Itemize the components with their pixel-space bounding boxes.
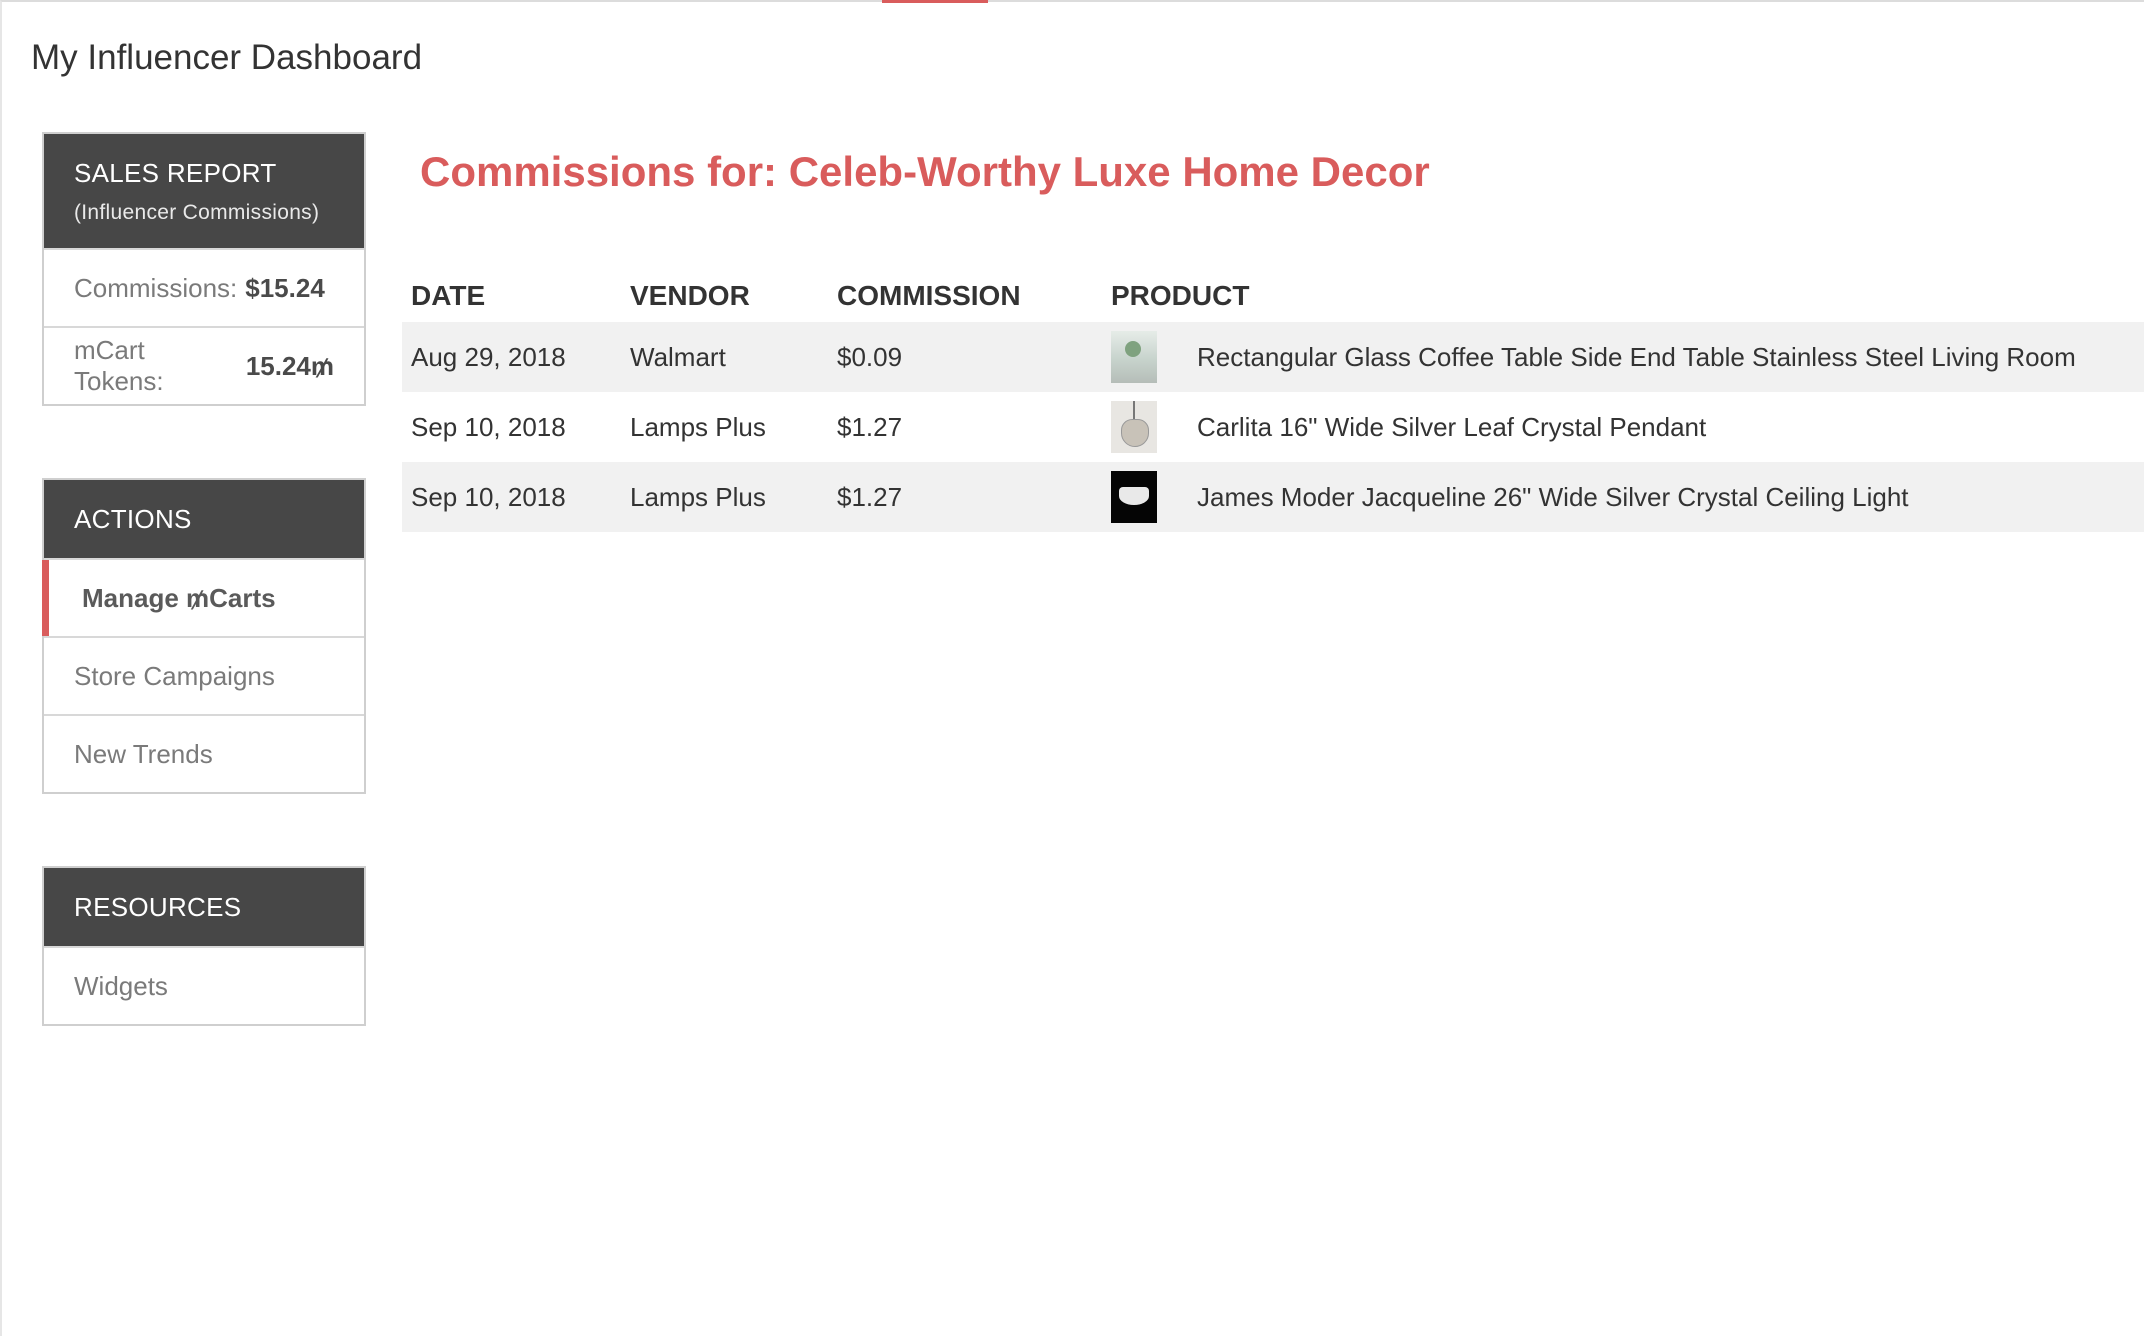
row-date: Sep 10, 2018 xyxy=(411,411,566,442)
sidebar: SALES REPORT (Influencer Commissions) Co… xyxy=(42,132,366,1098)
row-date: Sep 10, 2018 xyxy=(411,481,566,512)
row-vendor: Lamps Plus xyxy=(630,411,766,442)
pendant-thumbnail[interactable] xyxy=(1111,401,1157,453)
table-row: Sep 10, 2018 Lamps Plus $1.27 James Mode… xyxy=(402,462,2144,532)
product-name[interactable]: Rectangular Glass Coffee Table Side End … xyxy=(1197,342,2076,373)
commissions-label: Commissions: xyxy=(74,272,238,303)
row-commission: $1.27 xyxy=(837,481,903,512)
row-commission: $0.09 xyxy=(837,341,903,372)
row-commission: $1.27 xyxy=(837,411,903,442)
commissions-summary: Commissions: $15.24 xyxy=(44,248,364,326)
product-name[interactable]: Carlita 16" Wide Silver Leaf Crystal Pen… xyxy=(1197,412,1706,443)
commissions-title: Commissions for: Celeb-Worthy Luxe Home … xyxy=(420,148,1430,195)
resources-header: RESOURCES xyxy=(44,868,364,946)
resources-panel: RESOURCES Widgets xyxy=(42,866,366,1026)
table-row: Sep 10, 2018 Lamps Plus $1.27 Carlita 16… xyxy=(402,392,2144,462)
sales-report-title: SALES REPORT xyxy=(74,157,277,188)
row-product: Rectangular Glass Coffee Table Side End … xyxy=(1108,331,2144,383)
page-title: My Influencer Dashboard xyxy=(31,38,423,77)
table-header: DATE VENDOR COMMISSION PRODUCT xyxy=(402,270,2144,322)
sidebar-item-store-campaigns[interactable]: Store Campaigns xyxy=(44,636,364,714)
sales-report-panel: SALES REPORT (Influencer Commissions) Co… xyxy=(42,132,366,406)
ceiling-light-thumbnail[interactable] xyxy=(1111,471,1157,523)
resources-title: RESOURCES xyxy=(74,891,242,922)
sidebar-item-new-trends[interactable]: New Trends xyxy=(44,714,364,792)
row-vendor: Lamps Plus xyxy=(630,481,766,512)
sales-report-subtitle: (Influencer Commissions) xyxy=(74,200,320,224)
column-header-commission: COMMISSION xyxy=(837,280,1021,311)
mcart-tokens-value: 15.24₥ xyxy=(245,350,334,381)
column-header-product: PRODUCT xyxy=(1111,280,1250,311)
commissions-table: DATE VENDOR COMMISSION PRODUCT Aug 29, 2… xyxy=(402,270,2144,532)
mcart-tokens-label: mCart Tokens: xyxy=(74,335,164,396)
column-header-vendor: VENDOR xyxy=(630,280,750,311)
actions-title: ACTIONS xyxy=(74,503,192,534)
commissions-value: $15.24 xyxy=(245,272,325,303)
glass-table-thumbnail[interactable] xyxy=(1111,331,1157,383)
mcart-tokens-summary: mCart Tokens: 15.24₥ xyxy=(44,326,364,404)
dashboard-page: My Influencer Dashboard SALES REPORT (In… xyxy=(0,0,2144,1336)
product-name[interactable]: James Moder Jacqueline 26" Wide Silver C… xyxy=(1197,482,1909,513)
row-product: James Moder Jacqueline 26" Wide Silver C… xyxy=(1108,471,2144,523)
sales-report-header: SALES REPORT (Influencer Commissions) xyxy=(44,134,364,248)
column-header-date: DATE xyxy=(411,280,486,311)
row-vendor: Walmart xyxy=(630,341,726,372)
active-nav-indicator xyxy=(882,0,988,3)
sidebar-item-widgets[interactable]: Widgets xyxy=(44,946,364,1024)
table-row: Aug 29, 2018 Walmart $0.09 Rectangular G… xyxy=(402,322,2144,392)
row-date: Aug 29, 2018 xyxy=(411,341,566,372)
row-product: Carlita 16" Wide Silver Leaf Crystal Pen… xyxy=(1108,401,2144,453)
actions-header: ACTIONS xyxy=(44,480,364,558)
actions-panel: ACTIONS Manage ₥Carts Store Campaigns Ne… xyxy=(42,478,366,794)
sidebar-item-manage-mcarts[interactable]: Manage ₥Carts xyxy=(42,558,364,636)
